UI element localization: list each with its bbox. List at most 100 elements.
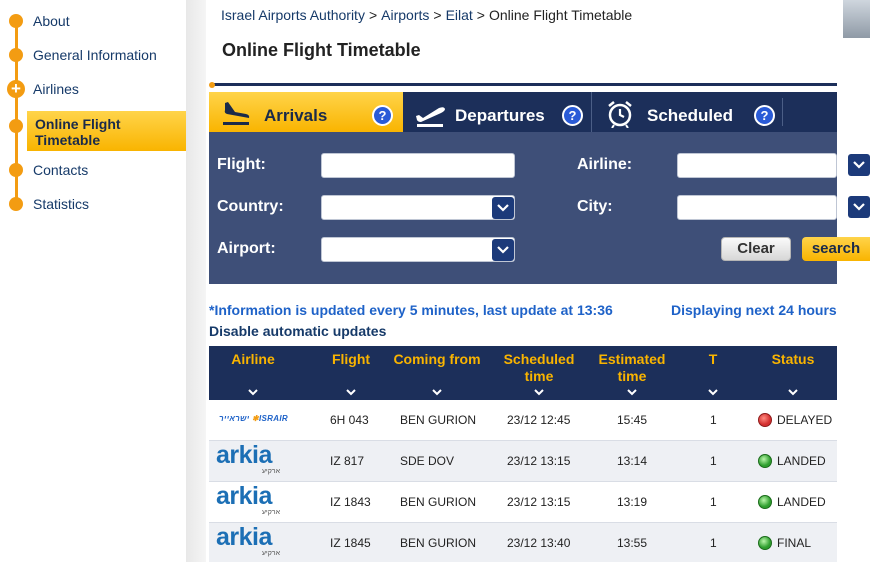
scheduled-time: 23/12 13:15 <box>507 495 571 509</box>
estimated-time: 13:55 <box>617 536 648 550</box>
sidebar-item-about[interactable]: About <box>0 9 200 33</box>
estimated-time: 13:19 <box>617 495 648 509</box>
column-header-label: Status <box>771 351 815 367</box>
sidebar-item-label: Statistics <box>33 196 90 212</box>
sidebar-item-general-information[interactable]: General Information <box>0 43 200 67</box>
breadcrumb-link[interactable]: Israel Airports Authority <box>221 7 365 23</box>
table-row[interactable]: arkia ארקיע IZ 1845 BEN GURION 23/12 13:4… <box>209 523 837 562</box>
breadcrumb-link[interactable]: Airports <box>381 7 429 23</box>
tab-label: Arrivals <box>264 106 328 125</box>
estimated-time: 13:14 <box>617 454 648 468</box>
bullet-icon <box>9 163 23 177</box>
column-header-status[interactable]: Status <box>757 351 829 396</box>
terminal: 1 <box>710 413 717 427</box>
flight-number: IZ 817 <box>330 454 365 468</box>
flight-number: IZ 1845 <box>330 536 371 550</box>
airport-select[interactable] <box>321 237 515 262</box>
table-row[interactable]: arkia ארקיע IZ 1843 BEN GURION 23/12 13:1… <box>209 482 837 523</box>
sidebar-item-online-flight-timetable[interactable]: Online Flight Timetable <box>0 111 200 163</box>
flight-status: DELAYED <box>777 413 833 427</box>
sort-chevron-icon <box>708 389 718 396</box>
breadcrumb-separator: > <box>433 7 442 23</box>
sidebar-item-contacts[interactable]: Contacts <box>0 158 200 182</box>
flight-status: LANDED <box>777 495 826 509</box>
column-header-scheduled-time[interactable]: Scheduled time <box>498 351 580 396</box>
flight-input[interactable] <box>321 153 515 178</box>
column-header-terminal[interactable]: T <box>698 351 728 396</box>
bullet-icon <box>9 197 23 211</box>
table-header: Airline Flight Coming from Scheduled tim… <box>209 346 837 400</box>
chevron-down-icon[interactable] <box>492 239 514 261</box>
column-header-airline[interactable]: Airline <box>209 351 297 396</box>
status-green-icon <box>758 454 772 468</box>
breadcrumb-separator: > <box>476 7 485 23</box>
header-photo <box>843 0 870 38</box>
breadcrumb: Israel Airports Authority > Airports > Eilat… <box>221 7 632 23</box>
update-info-text: *Information is updated every 5 minutes,… <box>209 302 613 318</box>
city-select[interactable] <box>677 195 837 220</box>
sidebar-item-statistics[interactable]: Statistics <box>0 192 200 216</box>
help-icon[interactable]: ? <box>562 105 583 126</box>
disable-updates-link[interactable]: Disable automatic updates <box>209 323 386 339</box>
arkia-logo: arkia ארקיע <box>216 482 280 516</box>
bullet-icon <box>9 14 23 28</box>
column-header-estimated-time[interactable]: Estimated time <box>592 351 672 396</box>
sidebar-item-label: Contacts <box>33 162 89 178</box>
table-row[interactable]: arkia ארקיע IZ 817 SDE DOV 23/12 13:15 13… <box>209 441 837 482</box>
title-divider <box>212 83 837 86</box>
terminal: 1 <box>710 536 717 550</box>
flight-status: LANDED <box>777 454 826 468</box>
scheduled-time: 23/12 13:15 <box>507 454 571 468</box>
sort-chevron-icon <box>534 389 544 396</box>
sort-chevron-icon <box>432 389 442 396</box>
column-header-label: Flight <box>331 351 371 367</box>
tab-scheduled[interactable]: Scheduled ? <box>591 92 781 132</box>
sort-chevron-icon <box>346 389 356 396</box>
sidebar-nav: About General Information + Airlines Onl… <box>0 0 200 562</box>
display-range-text: Displaying next 24 hours <box>671 302 837 318</box>
bullet-icon <box>9 48 23 62</box>
airline-logo-text: arkia <box>216 523 272 551</box>
chevron-down-icon[interactable] <box>492 197 514 219</box>
status-green-icon <box>758 495 772 509</box>
country-label: Country: <box>217 198 284 215</box>
origin-city: BEN GURION <box>400 536 477 550</box>
help-icon[interactable]: ? <box>754 105 775 126</box>
expand-plus-icon[interactable]: + <box>7 80 25 98</box>
airline-logo-text: ISRAIR <box>259 414 288 423</box>
terminal: 1 <box>710 495 717 509</box>
table-row[interactable]: ישראייר ✱ISRAIR 6H 043 BEN GURION 23/12 … <box>209 400 837 441</box>
chevron-down-icon[interactable] <box>848 196 870 218</box>
sort-chevron-icon <box>788 389 798 396</box>
airline-select[interactable] <box>677 153 837 178</box>
flight-number: IZ 1843 <box>330 495 371 509</box>
column-header-flight[interactable]: Flight <box>319 351 383 396</box>
scheduled-time: 23/12 13:40 <box>507 536 571 550</box>
country-select[interactable] <box>321 195 515 220</box>
clear-button[interactable]: Clear <box>721 237 791 261</box>
tab-divider <box>782 98 783 126</box>
status-red-icon <box>758 413 772 427</box>
page-title: Online Flight Timetable <box>222 40 421 60</box>
breadcrumb-link[interactable]: Eilat <box>446 7 473 23</box>
city-label: City: <box>577 198 613 215</box>
tab-arrivals[interactable]: Arrivals ? <box>209 92 403 132</box>
tab-label: Scheduled <box>647 106 733 125</box>
sort-chevron-icon <box>248 389 258 396</box>
arkia-logo: arkia ארקיע <box>216 441 280 475</box>
search-button[interactable]: search <box>802 237 870 261</box>
help-icon[interactable]: ? <box>372 105 393 126</box>
content-shadow-strip <box>186 0 206 562</box>
sidebar-item-label: Airlines <box>33 81 79 97</box>
chevron-down-icon[interactable] <box>848 154 870 176</box>
estimated-time: 15:45 <box>617 413 648 427</box>
tab-departures[interactable]: Departures ? <box>403 92 591 132</box>
flight-label: Flight: <box>217 156 266 173</box>
plane-takeoff-icon <box>416 107 445 127</box>
divider-dot <box>209 82 215 88</box>
origin-city: SDE DOV <box>400 454 455 468</box>
scheduled-time: 23/12 12:45 <box>507 413 571 427</box>
bullet-icon <box>9 119 23 133</box>
column-header-coming-from[interactable]: Coming from <box>389 351 485 396</box>
sidebar-item-airlines[interactable]: + Airlines <box>0 77 200 101</box>
